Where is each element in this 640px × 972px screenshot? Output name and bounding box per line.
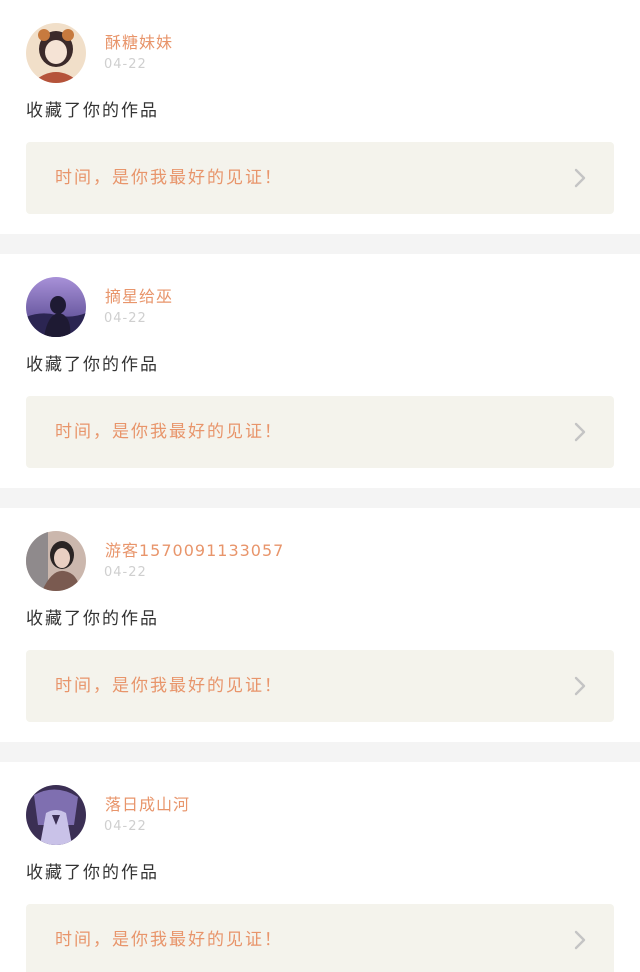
list-item: 游客1570091133057 04-22 收藏了你的作品 时间，是你我最好的见… [0, 508, 640, 742]
chevron-right-icon [574, 676, 586, 696]
username[interactable]: 落日成山河 [105, 795, 190, 815]
avatar-silhouette-purple-icon [26, 277, 86, 337]
divider [0, 488, 640, 508]
avatar[interactable] [26, 785, 86, 845]
chevron-right-icon [574, 930, 586, 950]
work-card-text: 时间，是你我最好的见证！ [55, 676, 283, 696]
timestamp: 04-22 [104, 819, 147, 834]
work-card[interactable]: 时间，是你我最好的见证！ [26, 142, 614, 214]
avatar[interactable] [26, 277, 86, 337]
username[interactable]: 游客1570091133057 [105, 541, 284, 561]
divider [0, 742, 640, 762]
list-item: 酥糖妹妹 04-22 收藏了你的作品 时间，是你我最好的见证！ [0, 0, 640, 234]
work-card[interactable]: 时间，是你我最好的见证！ [26, 396, 614, 468]
timestamp: 04-22 [104, 565, 147, 580]
notification-feed: 酥糖妹妹 04-22 收藏了你的作品 时间，是你我最好的见证！ 摘星给巫 04-… [0, 0, 640, 972]
avatar-girl-uniform-icon [26, 785, 86, 845]
chevron-right-icon [574, 422, 586, 442]
avatar[interactable] [26, 531, 86, 591]
username[interactable]: 酥糖妹妹 [105, 33, 173, 53]
work-card[interactable]: 时间，是你我最好的见证！ [26, 650, 614, 722]
timestamp: 04-22 [104, 311, 147, 326]
username[interactable]: 摘星给巫 [105, 287, 173, 307]
chevron-right-icon [574, 168, 586, 188]
list-item: 落日成山河 04-22 收藏了你的作品 时间，是你我最好的见证！ [0, 762, 640, 972]
activity-text: 收藏了你的作品 [26, 609, 159, 629]
work-card-text: 时间，是你我最好的见证！ [55, 422, 283, 442]
work-card-text: 时间，是你我最好的见证！ [55, 930, 283, 950]
work-card-text: 时间，是你我最好的见证！ [55, 168, 283, 188]
avatar-girl-costume-icon [26, 23, 86, 83]
list-item: 摘星给巫 04-22 收藏了你的作品 时间，是你我最好的见证！ [0, 254, 640, 488]
divider [0, 234, 640, 254]
activity-text: 收藏了你的作品 [26, 355, 159, 375]
activity-text: 收藏了你的作品 [26, 101, 159, 121]
avatar-girl-window-icon [26, 531, 86, 591]
activity-text: 收藏了你的作品 [26, 863, 159, 883]
timestamp: 04-22 [104, 57, 147, 72]
work-card[interactable]: 时间，是你我最好的见证！ [26, 904, 614, 972]
avatar[interactable] [26, 23, 86, 83]
